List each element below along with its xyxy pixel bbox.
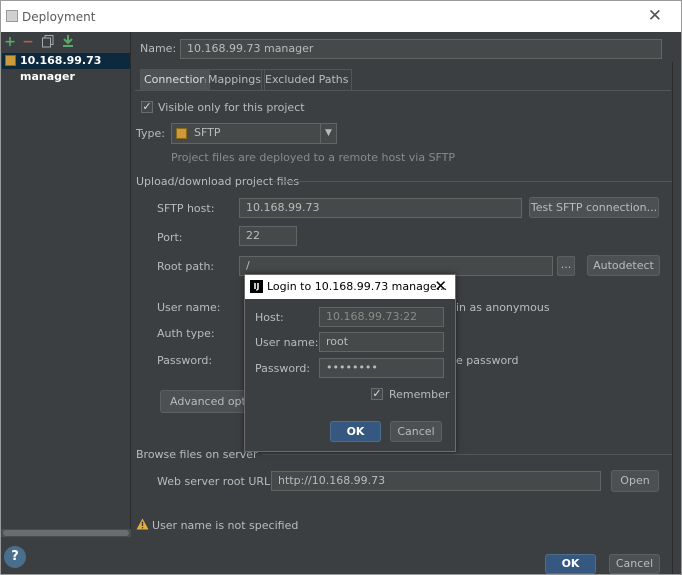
login-user-label: User name: [255, 336, 319, 349]
name-label: Name: [140, 42, 177, 55]
anonymous-label: in as anonymous [456, 301, 550, 314]
visible-only-checkbox[interactable]: ✓ [141, 101, 153, 113]
help-button[interactable]: ? [4, 546, 26, 568]
sidebar-item-label: 10.168.99.73 manager [20, 54, 102, 83]
visible-only-label: Visible only for this project [158, 101, 305, 114]
tab-connection[interactable]: Connection [140, 69, 211, 91]
warning-text: User name is not specified [152, 519, 299, 532]
copy-icon[interactable] [41, 35, 55, 49]
browse-path-button[interactable]: ... [557, 256, 575, 276]
user-name-label: User name: [157, 301, 221, 314]
login-password-label: Password: [255, 362, 311, 375]
sftp-host-field[interactable]: 10.168.99.73 [239, 198, 522, 218]
type-label: Type: [136, 127, 165, 140]
web-root-label: Web server root URL: [157, 475, 274, 488]
sidebar-item-server[interactable]: 10.168.99.73 manager [2, 53, 130, 83]
root-path-label: Root path: [157, 260, 215, 273]
advanced-options-button[interactable]: Advanced optio [160, 390, 248, 413]
port-label: Port: [157, 231, 183, 244]
login-password-field[interactable]: •••••••• [319, 358, 444, 378]
tab-mappings[interactable]: Mappings [204, 69, 265, 91]
type-hint: Project files are deployed to a remote h… [171, 151, 456, 164]
server-icon [5, 55, 16, 66]
set-default-icon[interactable] [61, 35, 75, 49]
tab-underline [135, 90, 671, 91]
login-host-field: 10.168.99.73:22 [319, 307, 444, 327]
window-title: Deployment [22, 10, 96, 24]
app-icon [6, 10, 18, 22]
close-icon[interactable]: ✕ [648, 6, 662, 26]
login-host-label: Host: [255, 311, 284, 324]
open-button[interactable]: Open [611, 470, 659, 492]
section-browse-divider [262, 454, 672, 455]
remove-icon[interactable]: − [21, 35, 35, 49]
chevron-down-icon[interactable]: ▼ [320, 124, 336, 143]
login-ok-button[interactable]: OK [330, 421, 381, 442]
title-bar: Deployment ✕ [1, 1, 681, 32]
login-close-icon[interactable]: ✕ [434, 277, 447, 295]
autodetect-button[interactable]: Autodetect [587, 255, 660, 276]
web-root-field[interactable]: http://10.168.99.73 [271, 471, 601, 491]
add-icon[interactable]: + [3, 35, 17, 49]
remember-label: Remember [389, 388, 450, 401]
port-field[interactable]: 22 [239, 226, 297, 246]
sftp-host-label: SFTP host: [157, 202, 215, 215]
login-user-field[interactable]: root [319, 332, 444, 352]
type-select[interactable]: SFTP ▼ [171, 123, 337, 144]
ok-button[interactable]: OK [545, 554, 596, 574]
deployment-window: Deployment ✕ + − 10.168.99.73 manager ? … [0, 0, 682, 575]
sftp-icon [176, 128, 187, 139]
root-path-field[interactable]: / [239, 256, 553, 276]
section-upload-divider [272, 181, 672, 182]
main-scrollbar[interactable] [672, 62, 681, 574]
remember-checkbox[interactable]: ✓ [371, 388, 383, 400]
test-connection-button[interactable]: Test SFTP connection... [529, 197, 659, 218]
section-browse-title: Browse files on server [136, 448, 258, 461]
auth-type-label: Auth type: [157, 327, 215, 340]
login-title: Login to 10.168.99.73 manage... [267, 280, 448, 293]
password-label: Password: [157, 354, 213, 367]
type-select-value: SFTP [194, 126, 221, 139]
login-title-bar: IJ Login to 10.168.99.73 manage... ✕ [245, 275, 455, 299]
name-field[interactable]: 10.168.99.73 manager [180, 39, 662, 59]
server-list-panel: + − 10.168.99.73 manager [1, 32, 131, 537]
cancel-button[interactable]: Cancel [609, 554, 660, 574]
tab-excluded-paths[interactable]: Excluded Paths [261, 69, 353, 91]
sidebar-scrollbar[interactable] [1, 529, 131, 537]
login-cancel-button[interactable]: Cancel [390, 421, 442, 442]
login-dialog: IJ Login to 10.168.99.73 manage... ✕ Hos… [244, 274, 456, 452]
intellij-icon: IJ [250, 280, 263, 293]
warning-icon [136, 518, 149, 530]
save-password-label: e password [456, 354, 519, 367]
